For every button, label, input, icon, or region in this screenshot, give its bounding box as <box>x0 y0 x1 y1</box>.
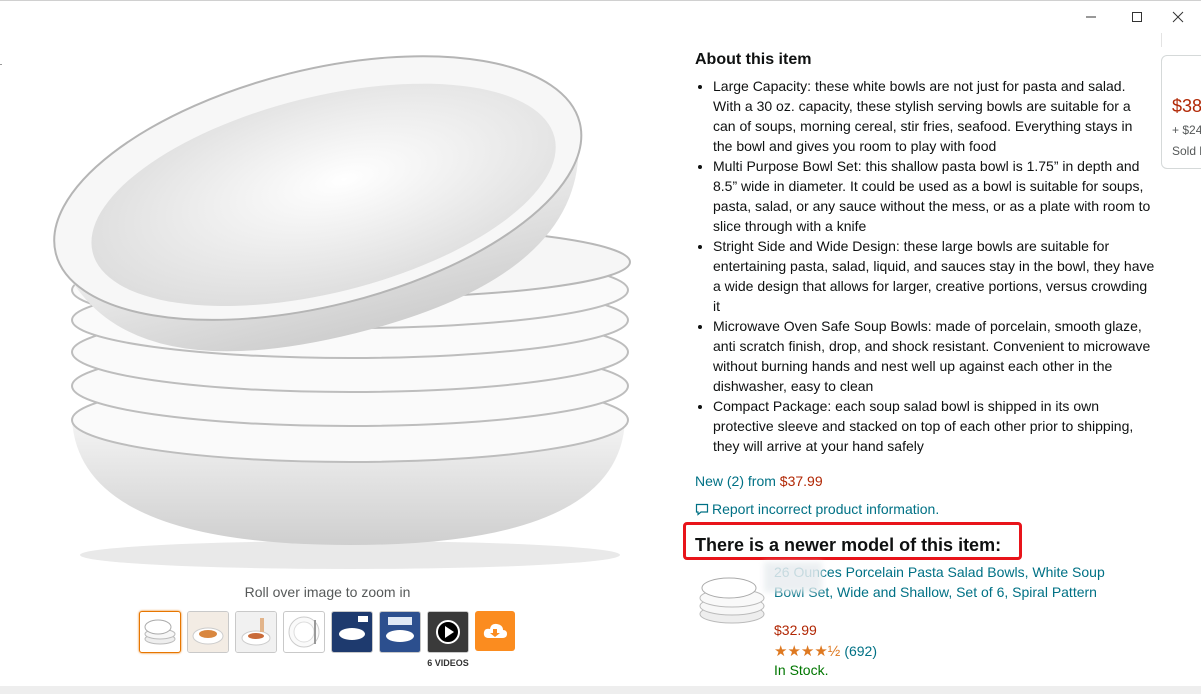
new-offers-label: New (2) from <box>695 473 780 489</box>
thumbnail-5[interactable] <box>331 611 373 653</box>
thumbnail-4[interactable] <box>283 611 325 653</box>
minimize-icon <box>1086 16 1096 18</box>
side-offer-panel[interactable]: $38 + $24 Sold b <box>1161 55 1201 169</box>
minimize-button[interactable] <box>1068 1 1114 33</box>
side-offer-shipping: + $24 <box>1172 123 1201 137</box>
newer-model-price: $32.99 <box>774 622 817 638</box>
close-icon <box>1172 11 1184 23</box>
newer-model-heading: There is a newer model of this item: <box>695 535 1002 555</box>
maximize-button[interactable] <box>1114 1 1160 33</box>
newer-model-thumbnail[interactable] <box>694 568 770 628</box>
thumbnail-3[interactable] <box>235 611 277 653</box>
bottom-strip <box>0 686 1201 694</box>
download-button[interactable] <box>475 611 515 651</box>
zoom-hint: Roll over image to zoom in <box>244 584 411 600</box>
side-offer-sold-by: Sold b <box>1172 144 1201 158</box>
window-titlebar <box>0 0 1201 33</box>
videos-count-label: 6 VIDEOS <box>427 658 469 668</box>
new-offers-price: $37.99 <box>779 473 823 489</box>
feature-bullet: Compact Package: each soup salad bowl is… <box>713 396 1155 456</box>
cloud-download-icon <box>483 623 507 638</box>
feature-bullets: Large Capacity: these white bowls are no… <box>695 76 1155 456</box>
main-product-image[interactable] <box>10 40 670 585</box>
bowl-stack-image <box>53 55 631 569</box>
redacted-brand <box>764 562 822 592</box>
side-offer-price: $38 <box>1172 96 1201 116</box>
side-panel-header <box>1161 33 1201 47</box>
report-info-link[interactable]: Report incorrect product information. <box>695 501 939 517</box>
about-title: About this item <box>695 51 812 68</box>
maximize-icon <box>1132 12 1142 22</box>
thumbnail-6[interactable] <box>379 611 421 653</box>
comment-icon <box>695 503 709 516</box>
feature-bullet: Multi Purpose Bowl Set: this shallow pas… <box>713 156 1155 236</box>
close-button[interactable] <box>1155 1 1201 33</box>
feature-bullet: Stright Side and Wide Design: these larg… <box>713 236 1155 316</box>
feature-bullet: Microwave Oven Safe Soup Bowls: made of … <box>713 316 1155 396</box>
report-info-label: Report incorrect product information. <box>712 501 940 517</box>
new-offers-link[interactable]: New (2) from $37.99 <box>695 473 823 489</box>
star-rating-icon: ★★★★½ <box>774 643 841 660</box>
video-thumbnail[interactable] <box>427 611 469 653</box>
thumbnail-2[interactable] <box>187 611 229 653</box>
thumbnail-1[interactable] <box>139 611 181 653</box>
rating-row[interactable]: ★★★★½ (692) <box>774 642 877 660</box>
availability-status: In Stock. <box>774 662 829 678</box>
feature-bullet: Large Capacity: these white bowls are no… <box>713 76 1155 156</box>
newer-model-link[interactable]: 26 Ounces Porcelain Pasta Salad Bowls, W… <box>774 562 1134 602</box>
left-edge-mark <box>0 64 2 65</box>
review-count[interactable]: (692) <box>844 643 877 659</box>
